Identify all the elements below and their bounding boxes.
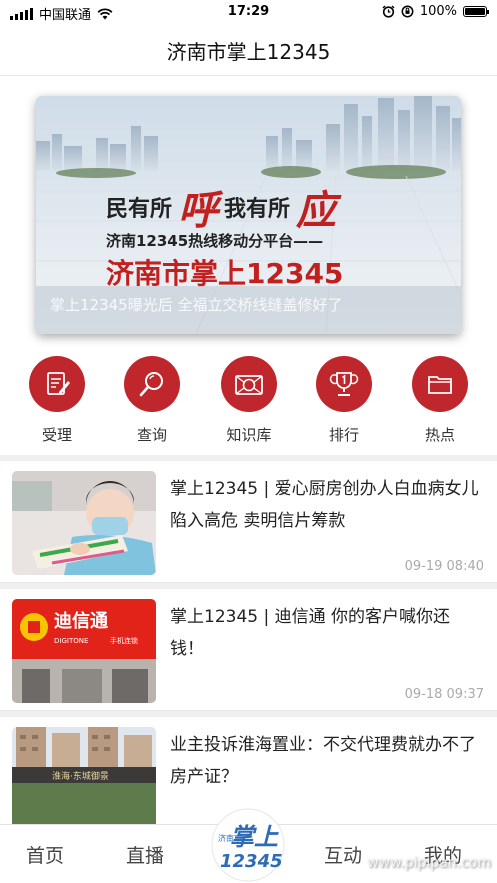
child-drawing-photo — [12, 471, 156, 575]
watermark-text: www.pipipan.com — [367, 855, 491, 871]
document-edit-icon — [47, 372, 70, 395]
storefront-sign-sub: 手机连锁 — [110, 636, 138, 645]
logo-big-text: 掌上 — [230, 822, 279, 851]
slogan-part-a-big: 呼 — [178, 187, 219, 234]
slogan-part-a: 民有所 — [106, 196, 173, 222]
tab-interact[interactable]: 互动 — [324, 841, 362, 868]
storefront-photo: 迪信通 DIGITONE 手机连锁 — [12, 599, 156, 703]
nav-bar: 济南市掌上12345 — [0, 26, 497, 76]
menu-circle — [29, 356, 85, 412]
menu-item-hotspot[interactable]: 热点 — [400, 356, 480, 445]
tab-center-logo[interactable]: 济南市 掌上 12345 — [208, 807, 288, 883]
storefront-sign-en: DIGITONE — [54, 637, 88, 645]
news-thumbnail: 淮海·东城御景 — [12, 727, 156, 831]
orientation-lock-icon — [401, 5, 414, 18]
menu-item-accept[interactable]: 受理 — [17, 356, 97, 445]
alarm-icon — [382, 5, 395, 18]
tab-live[interactable]: 直播 — [126, 841, 164, 868]
menu-label: 排行 — [328, 426, 359, 444]
menu-item-query[interactable]: 查询 — [112, 356, 192, 445]
menu-label: 知识库 — [226, 426, 272, 444]
battery-percent: 100% — [419, 4, 457, 19]
menu-circle — [124, 356, 180, 412]
news-thumbnail: 迪信通 DIGITONE 手机连锁 — [12, 599, 156, 703]
banner-brand: 济南市掌上12345 — [106, 257, 344, 290]
trophy-icon — [329, 372, 359, 396]
banner-subtitle: 济南12345热线移动分平台—— — [106, 232, 324, 250]
banner-carousel[interactable]: 民有所 呼 我有所 应 济南12345热线移动分平台—— 济南市掌上12345 … — [36, 96, 461, 334]
news-title: 掌上12345 | 迪信通 你的客户喊你还钱！ — [170, 607, 451, 659]
status-right: 100% — [382, 4, 489, 19]
storefront-sign: 迪信通 — [54, 610, 108, 632]
banner-slogan: 民有所 呼 我有所 应 — [106, 178, 336, 236]
menu-circle — [221, 356, 277, 412]
residential-buildings-photo: 淮海·东城御景 — [12, 727, 156, 831]
menu-circle — [412, 356, 468, 412]
search-icon — [139, 372, 163, 397]
news-item[interactable]: 掌上12345 | 爱心厨房创办人白血病女儿陷入高危 卖明信片筹款 09-19 … — [0, 461, 497, 583]
slogan-part-b-big: 应 — [296, 187, 337, 234]
quick-menu: 受理 查询 知识库 排行 热点 — [0, 356, 497, 451]
news-title: 业主投诉淮海置业：不交代理费就办不了房产证？ — [170, 735, 476, 787]
page-title: 济南市掌上12345 — [166, 40, 331, 64]
tab-bar: 首页 直播 济南市 掌上 12345 互动 我的 www.pipipan.com — [0, 808, 497, 883]
zhangshang-12345-logo: 济南市 掌上 12345 — [211, 808, 285, 882]
tab-home[interactable]: 首页 — [26, 841, 64, 868]
menu-label: 受理 — [41, 426, 72, 444]
news-thumbnail — [12, 471, 156, 575]
banner-marquee-text: 掌上12345曝光后 全福立交桥线缝盖修好了 — [50, 296, 343, 314]
knowledge-icon — [235, 375, 263, 395]
menu-label: 热点 — [424, 426, 455, 444]
menu-circle — [316, 356, 372, 412]
news-date: 09-19 08:40 — [404, 559, 484, 574]
menu-item-knowledge[interactable]: 知识库 — [209, 356, 289, 445]
menu-item-ranking[interactable]: 排行 — [304, 356, 384, 445]
slogan-part-b: 我有所 — [224, 196, 291, 222]
gate-sign: 淮海·东城御景 — [52, 770, 109, 782]
menu-label: 查询 — [136, 426, 167, 444]
battery-icon — [463, 6, 489, 17]
status-bar: 中国联通 17:29 100% — [0, 0, 497, 26]
news-date: 09-18 09:37 — [404, 687, 484, 702]
news-title: 掌上12345 | 爱心厨房创办人白血病女儿陷入高危 卖明信片筹款 — [170, 479, 479, 531]
folder-icon — [428, 376, 452, 394]
logo-number-text: 12345 — [220, 851, 283, 872]
news-item[interactable]: 迪信通 DIGITONE 手机连锁 掌上12345 | 迪信通 你的客户喊你还钱… — [0, 589, 497, 711]
